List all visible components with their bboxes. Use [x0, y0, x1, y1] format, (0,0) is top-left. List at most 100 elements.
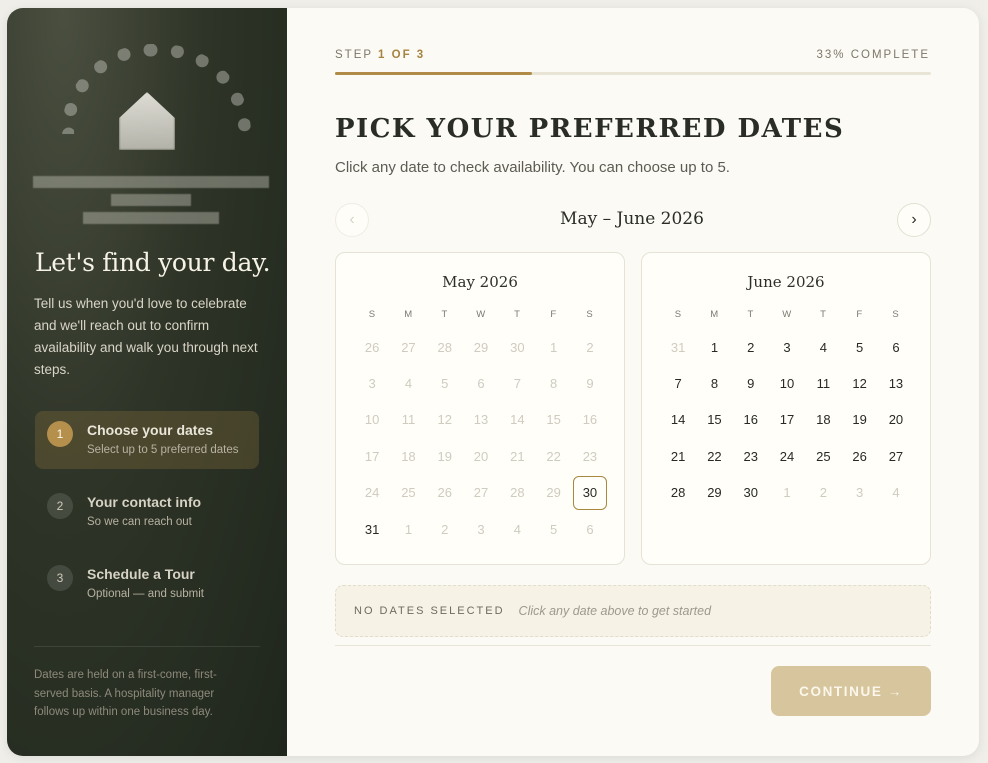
calendar-day[interactable]: 7 [660, 365, 696, 401]
calendar-day: 19 [437, 448, 452, 464]
step-subtitle: So we can reach out [87, 516, 192, 528]
calendar-day[interactable]: 17 [769, 402, 805, 438]
page-title: PICK YOUR PREFERRED DATES [335, 114, 845, 144]
calendar-month-title: May 2026 [442, 273, 518, 291]
calendar-day: 29 [546, 485, 561, 501]
calendar-day: 25 [401, 485, 416, 501]
weekday-header: S M T W T F S [354, 309, 608, 320]
calendar-day[interactable]: 5 [841, 329, 877, 365]
calendar-day-current[interactable]: 30 [572, 475, 608, 510]
selection-hint: Click any date above to get started [518, 604, 712, 618]
weekday-label: T [514, 309, 521, 320]
sidebar-heading: Let's find your day. [35, 248, 271, 277]
calendar-day[interactable]: 24 [769, 438, 805, 474]
calendar-day[interactable]: 6 [878, 329, 914, 365]
calendar-day: 22 [546, 448, 561, 464]
weekday-label: S [586, 309, 594, 320]
calendar-day: 6 [586, 521, 594, 537]
prev-month-button[interactable]: ‹ [335, 203, 369, 237]
calendar-day[interactable]: 10 [769, 365, 805, 401]
calendar-day: 5 [441, 376, 449, 392]
calendar-day[interactable]: 31 [354, 511, 390, 547]
calendar-day[interactable]: 28 [660, 475, 696, 511]
next-month-button[interactable]: › [897, 203, 931, 237]
calendar-day[interactable]: 11 [805, 365, 841, 401]
weekday-label: W [476, 309, 486, 320]
weekday-label: S [892, 309, 900, 320]
calendar-day: 11 [401, 412, 416, 428]
calendar-day[interactable]: 4 [805, 329, 841, 365]
calendar-day: 2 [441, 521, 449, 537]
weekday-header: S M T W T F S [660, 309, 914, 320]
calendar-day: 28 [510, 485, 525, 501]
weekday-label: T [747, 309, 754, 320]
calendar-day[interactable]: 15 [696, 402, 732, 438]
weekday-label: M [404, 309, 413, 320]
footer-divider [335, 645, 931, 646]
sidebar-footnote: Dates are held on a first-come, first-se… [34, 669, 217, 718]
step-subtitle: Select up to 5 preferred dates [87, 444, 239, 456]
calendar-day[interactable]: 16 [733, 402, 769, 438]
calendar-day[interactable]: 18 [805, 402, 841, 438]
calendar-day: 1 [404, 521, 413, 537]
step-title: Schedule a Tour [87, 566, 195, 582]
calendar-day: 6 [477, 376, 485, 392]
calendar-day[interactable]: 20 [878, 402, 914, 438]
calendar-day-grid: 31 1 2 3 4 5 6 7 8 9 10 11 12 13 14 15 16 17 18 19 20 21 22 23 2… [660, 329, 914, 511]
calendar-day[interactable]: 8 [696, 365, 732, 401]
calendar-day[interactable]: 12 [841, 365, 877, 401]
calendar-day[interactable]: 1 [696, 329, 732, 365]
calendar-day: 26 [364, 339, 380, 355]
step-prefix: STEP [335, 49, 379, 61]
calendar-day[interactable]: 3 [769, 329, 805, 365]
calendar-day: 2 [819, 485, 827, 501]
weekday-label: M [710, 309, 719, 320]
calendar-june: June 2026 S M T W T F S 31 1 2 3 4 5 6 7 8 9 10 11 1… [641, 252, 931, 565]
calendar-day: 12 [437, 412, 452, 428]
calendar-day: 5 [550, 521, 558, 537]
calendar-day[interactable]: 30 [733, 475, 769, 511]
calendar-day: 3 [368, 376, 376, 392]
calendar-day: 17 [364, 448, 380, 464]
selection-status: NO DATES SELECTED [354, 605, 505, 617]
calendar-day[interactable]: 9 [733, 365, 769, 401]
percent-complete: 33% COMPLETE [816, 49, 930, 61]
calendar-day: 27 [401, 339, 416, 355]
main-panel: STEP 1 OF 3 33% COMPLETE PICK YOUR PREFE… [287, 8, 979, 756]
page-subtitle: Click any date to check availability. Yo… [335, 159, 730, 176]
calendar-day[interactable]: 2 [733, 329, 769, 365]
weekday-label: W [782, 309, 792, 320]
calendar-day[interactable]: 25 [805, 438, 841, 474]
calendar-day: 14 [510, 412, 525, 428]
weekday-label: T [441, 309, 448, 320]
calendar-day: 1 [783, 485, 791, 501]
calendar-day: 28 [437, 339, 452, 355]
calendar-day: 9 [586, 376, 594, 392]
calendar-day[interactable]: 26 [841, 438, 877, 474]
venue-logo [33, 42, 269, 226]
calendar-day: 27 [473, 485, 489, 501]
calendar-month-title: June 2026 [747, 273, 825, 291]
calendar-day[interactable]: 29 [696, 475, 732, 511]
calendar-day[interactable]: 21 [660, 438, 696, 474]
weekday-label: F [550, 309, 557, 320]
calendar-day[interactable]: 13 [878, 365, 914, 401]
step-subtitle: Optional — and submit [87, 588, 204, 600]
calendar-day[interactable]: 19 [841, 402, 877, 438]
calendar-day: 30 [510, 339, 525, 355]
chevron-left-icon: ‹ [349, 211, 355, 228]
calendar-day[interactable]: 23 [733, 438, 769, 474]
calendar-day: 3 [856, 485, 864, 501]
calendar-day[interactable]: 27 [878, 438, 914, 474]
calendar-day: 18 [401, 448, 416, 464]
selected-dates-summary: NO DATES SELECTED Click any date above t… [335, 585, 931, 637]
step-item-choose-dates: 1 Choose your dates Select up to 5 prefe… [35, 411, 259, 469]
calendar-day: 26 [437, 485, 452, 501]
calendar-may: May 2026 S M T W T F S 26 27 28 29 30 1 2 3 4 5 6 7… [335, 252, 625, 565]
step-number-badge: 1 [47, 421, 73, 447]
weekday-label: F [856, 309, 863, 320]
calendar-day[interactable]: 14 [660, 402, 696, 438]
calendar-day: 4 [892, 485, 900, 501]
calendar-day[interactable]: 22 [696, 438, 732, 474]
continue-button[interactable]: CONTINUE → [771, 666, 931, 716]
